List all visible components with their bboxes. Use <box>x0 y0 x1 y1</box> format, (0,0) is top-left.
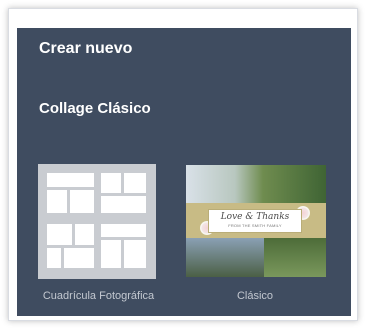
grid-cell <box>101 173 121 193</box>
photo-wedding-bottom-left <box>186 238 264 277</box>
grid-cell <box>70 190 94 213</box>
card-subtitle: FROM THE SMITH FAMILY <box>228 223 282 228</box>
panel-title: Crear nuevo <box>39 40 133 57</box>
template-photo-grid[interactable] <box>38 164 156 279</box>
grid-cell <box>75 224 94 245</box>
template-classic-label: Clásico <box>236 290 274 302</box>
grid-cell <box>101 224 146 237</box>
greeting-card: Love & Thanks FROM THE SMITH FAMILY <box>208 209 302 233</box>
grid-cell <box>47 248 61 268</box>
grid-cell <box>47 224 72 245</box>
photo-wedding-top <box>186 165 326 203</box>
template-classic[interactable]: Love & Thanks FROM THE SMITH FAMILY <box>186 165 326 277</box>
grid-cell <box>64 248 94 268</box>
section-title: Collage Clásico <box>39 100 151 117</box>
card-title: Love & Thanks <box>220 212 290 222</box>
grid-cell <box>124 173 146 193</box>
create-new-panel: Crear nuevo Collage Clásico Cuadrícula F… <box>17 28 351 316</box>
grid-cell <box>101 196 146 213</box>
grid-cell <box>47 190 67 213</box>
grid-cell <box>101 240 121 268</box>
template-photo-grid-label: Cuadrícula Fotográfica <box>42 290 155 302</box>
grid-cell <box>47 173 94 187</box>
photo-wedding-bottom-right <box>264 238 326 277</box>
grid-cell <box>124 240 146 268</box>
